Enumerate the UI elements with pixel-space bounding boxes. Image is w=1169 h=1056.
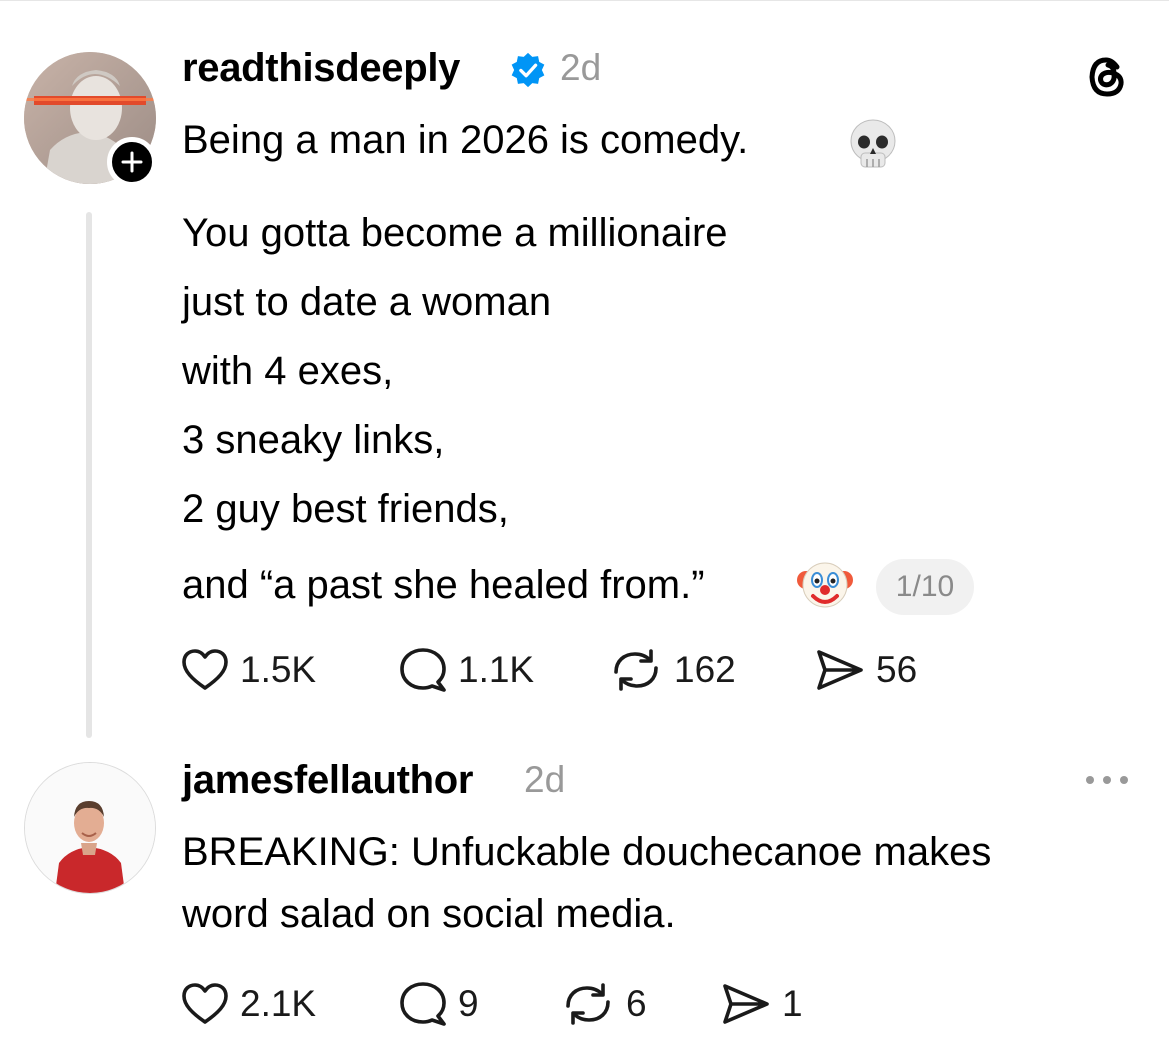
speech-bubble-icon <box>400 648 446 692</box>
repost-arrows-icon <box>566 983 610 1025</box>
repost-count: 162 <box>674 649 736 690</box>
plus-icon <box>121 151 143 173</box>
reply-repost-button[interactable]: 6 <box>560 980 647 1028</box>
reply-text-line-1: BREAKING: Unfuckable douchecanoe makes <box>182 830 992 874</box>
reply-repost-count: 6 <box>626 983 647 1024</box>
share-count: 56 <box>876 649 918 690</box>
speech-bubble-icon <box>400 982 446 1026</box>
post-text-line-1: Being a man in 2026 is comedy. <box>182 118 749 162</box>
comment-button[interactable]: 1.1K <box>398 646 534 694</box>
post-text-line-7: and “a past she healed from.” <box>182 563 705 607</box>
reply-comment-button[interactable]: 9 <box>398 980 479 1028</box>
thread-connector-line <box>86 212 92 738</box>
post-text-line-5: 3 sneaky links, <box>182 418 445 462</box>
more-dots-icon[interactable] <box>1082 770 1132 790</box>
reply-text-line-2: word salad on social media. <box>182 892 676 936</box>
post-text-line-3: just to date a woman <box>182 280 552 324</box>
repost-button[interactable]: 162 <box>608 646 736 694</box>
heart-icon <box>182 983 228 1024</box>
reply-comment-count: 9 <box>458 983 479 1024</box>
skull-emoji <box>850 119 896 168</box>
follow-button[interactable] <box>107 137 157 187</box>
verified-badge-icon <box>511 52 545 88</box>
like-count: 1.5K <box>240 649 317 690</box>
reply-like-count: 2.1K <box>240 983 317 1024</box>
comment-count: 1.1K <box>458 649 535 690</box>
share-button[interactable]: 56 <box>814 646 917 694</box>
like-button[interactable]: 1.5K <box>180 646 316 694</box>
carousel-page-indicator: 1/10 <box>876 559 974 615</box>
post-username[interactable]: readthisdeeply <box>182 44 460 92</box>
post-text-line-6: 2 guy best friends, <box>182 487 509 531</box>
threads-logo-icon[interactable] <box>1082 52 1132 102</box>
reply-timestamp: 2d <box>524 759 566 800</box>
reply-username[interactable]: jamesfellauthor <box>182 756 473 804</box>
post-text-line-2: You gotta become a millionaire <box>182 211 728 255</box>
reply-like-button[interactable]: 2.1K <box>180 980 316 1028</box>
reply-share-count: 1 <box>782 983 803 1024</box>
post-timestamp: 2d <box>560 47 602 88</box>
reply-share-button[interactable]: 1 <box>720 980 803 1028</box>
post-text-line-4: with 4 exes, <box>182 349 394 393</box>
repost-arrows-icon <box>614 649 658 691</box>
paper-plane-icon <box>723 984 769 1024</box>
heart-icon <box>182 649 228 690</box>
avatar-jamesfellauthor[interactable] <box>24 762 156 894</box>
top-divider <box>0 0 1169 1</box>
clown-emoji <box>797 562 853 608</box>
paper-plane-icon <box>817 650 863 690</box>
